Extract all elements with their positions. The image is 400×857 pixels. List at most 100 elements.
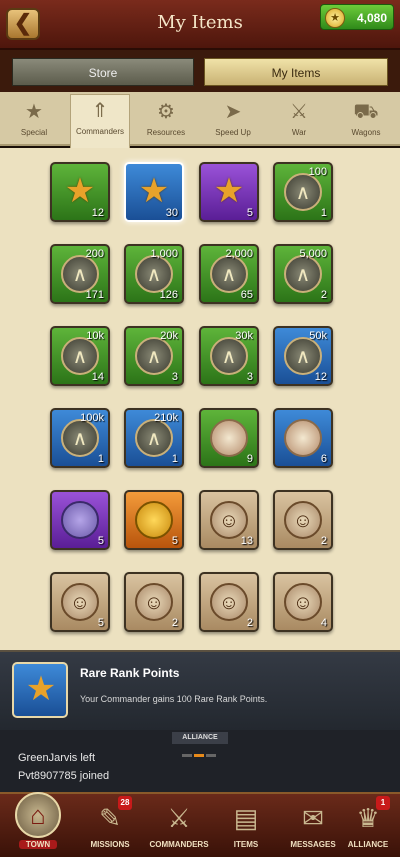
item-quantity: 5 <box>97 617 104 629</box>
item-tile[interactable]: ∧ 10k 14 <box>50 326 110 386</box>
chat-page-indicator <box>182 744 222 757</box>
coinb-item-icon <box>210 419 248 457</box>
item-tile[interactable]: ★ 30 <box>124 162 184 222</box>
rare-rank-star-icon: ★ <box>25 670 57 708</box>
item-tile[interactable]: ☺ 13 <box>199 490 259 550</box>
town-icon: ⌂ <box>15 792 61 838</box>
tab-my-items[interactable]: My Items <box>204 58 388 86</box>
item-tile[interactable]: ∧ 2,000 65 <box>199 244 259 304</box>
rank-chevron-icon: ⇑ <box>91 100 109 122</box>
item-value-label: 100 <box>308 166 327 178</box>
commanders-icon: ⚔ <box>167 803 191 833</box>
nav-alliance[interactable]: ♛ ALLIANCE 1 <box>336 796 400 857</box>
item-value-label: 30k <box>235 330 253 342</box>
face-item-icon: ☺ <box>135 583 173 621</box>
item-quantity: 12 <box>91 207 104 219</box>
selected-item-tile: ★ <box>12 662 68 718</box>
item-value-label: 5,000 <box>299 248 327 260</box>
item-title: Rare Rank Points <box>80 666 180 680</box>
item-quantity: 5 <box>171 535 178 547</box>
medal-item-icon: ∧ <box>135 255 173 293</box>
chat-message: GreenJarvis left <box>18 752 96 764</box>
medal-item-icon: ∧ <box>61 419 99 457</box>
item-tile[interactable]: ∧ 20k 3 <box>124 326 184 386</box>
item-value-label: 20k <box>160 330 178 342</box>
resources-icon: ⚙ <box>157 101 175 123</box>
medal-item-icon: ∧ <box>210 337 248 375</box>
item-quantity: 13 <box>240 535 253 547</box>
nav-items[interactable]: ▤ ITEMS <box>214 798 278 857</box>
item-quantity: 5 <box>97 535 104 547</box>
bottom-nav: ⌂ TOWN ✎ MISSIONS 28 ⚔ COMMANDERS ▤ ITEM… <box>0 792 400 857</box>
top-tabs: Store My Items <box>0 50 400 92</box>
coinc-item-icon <box>61 501 99 539</box>
face-item-icon: ☺ <box>210 583 248 621</box>
item-tile[interactable]: ∧ 100 1 <box>273 162 333 222</box>
category-tab-speed-up[interactable]: ➤ Speed Up <box>203 96 263 146</box>
item-quantity: 171 <box>85 289 104 301</box>
item-tile[interactable]: ∧ 5,000 2 <box>273 244 333 304</box>
item-quantity: 126 <box>159 289 178 301</box>
item-quantity: 4 <box>320 617 327 629</box>
category-tab-resources[interactable]: ⚙ Resources <box>136 96 196 146</box>
item-tile[interactable]: ∧ 210k 1 <box>124 408 184 468</box>
item-tile[interactable]: 9 <box>199 408 259 468</box>
category-tab-wagons[interactable]: ⛟ Wagons <box>336 96 396 146</box>
item-grid: ★ 12 ★ 30 ★ 5 ∧ 100 1 ∧ 200 171 ∧ 1,000 126 ∧ 2,000 65 ∧ 5,… <box>0 148 400 650</box>
item-quantity: 5 <box>246 207 253 219</box>
item-value-label: 10k <box>86 330 104 342</box>
item-tile[interactable]: ☺ 4 <box>273 572 333 632</box>
item-value-label: 200 <box>85 248 104 260</box>
item-tile[interactable]: ★ 12 <box>50 162 110 222</box>
item-info-panel: ★ Rare Rank Points Your Commander gains … <box>0 650 400 730</box>
item-tile[interactable]: ☺ 2 <box>273 490 333 550</box>
item-tile[interactable]: ∧ 30k 3 <box>199 326 259 386</box>
category-tab-war[interactable]: ⚔ War <box>269 96 329 146</box>
medal-item-icon: ∧ <box>61 255 99 293</box>
category-tab-commanders[interactable]: ⇑ Commanders <box>70 94 130 148</box>
item-value-label: 50k <box>309 330 327 342</box>
item-tile[interactable]: ☺ 5 <box>50 572 110 632</box>
nav-commanders[interactable]: ⚔ COMMANDERS <box>147 798 211 857</box>
crossed-swords-icon: ⚔ <box>290 101 308 123</box>
item-tile[interactable]: 5 <box>124 490 184 550</box>
item-tile[interactable]: ★ 5 <box>199 162 259 222</box>
item-quantity: 3 <box>246 371 253 383</box>
item-value-label: 210k <box>154 412 178 424</box>
item-tile[interactable]: 6 <box>273 408 333 468</box>
star-badge-icon: ★ <box>25 101 43 123</box>
item-quantity: 9 <box>246 453 253 465</box>
star-item-icon: ★ <box>64 172 96 210</box>
item-quantity: 6 <box>320 453 327 465</box>
category-tab-special[interactable]: ★ Special <box>4 96 64 146</box>
alliance-chat[interactable]: ALLIANCE GreenJarvis left Pvt8907785 joi… <box>0 730 400 792</box>
item-quantity: 65 <box>240 289 253 301</box>
coind-item-icon <box>135 501 173 539</box>
item-value-label: 2,000 <box>225 248 253 260</box>
face-item-icon: ☺ <box>61 583 99 621</box>
tab-store[interactable]: Store <box>12 58 194 86</box>
chat-message: Pvt8907785 joined <box>18 770 110 782</box>
star-item-icon: ★ <box>213 172 245 210</box>
item-quantity: 14 <box>91 371 104 383</box>
coinb-item-icon <box>284 419 322 457</box>
nav-missions[interactable]: ✎ MISSIONS 28 <box>78 796 142 857</box>
medal-item-icon: ∧ <box>284 173 322 211</box>
item-tile[interactable]: ∧ 200 171 <box>50 244 110 304</box>
face-item-icon: ☺ <box>284 583 322 621</box>
medal-item-icon: ∧ <box>135 419 173 457</box>
medal-item-icon: ∧ <box>61 337 99 375</box>
gold-balance[interactable]: ★ 4,080 <box>320 4 394 30</box>
item-tile[interactable]: 5 <box>50 490 110 550</box>
item-quantity: 1 <box>171 453 178 465</box>
item-quantity: 2 <box>320 535 327 547</box>
item-tile[interactable]: ∧ 50k 12 <box>273 326 333 386</box>
item-quantity: 3 <box>171 371 178 383</box>
item-tile[interactable]: ☺ 2 <box>199 572 259 632</box>
item-quantity: 2 <box>246 617 253 629</box>
item-tile[interactable]: ☺ 2 <box>124 572 184 632</box>
item-tile[interactable]: ∧ 100k 1 <box>50 408 110 468</box>
item-tile[interactable]: ∧ 1,000 126 <box>124 244 184 304</box>
nav-town[interactable]: ⌂ TOWN <box>6 792 70 857</box>
item-description: Your Commander gains 100 Rare Rank Point… <box>80 694 268 704</box>
